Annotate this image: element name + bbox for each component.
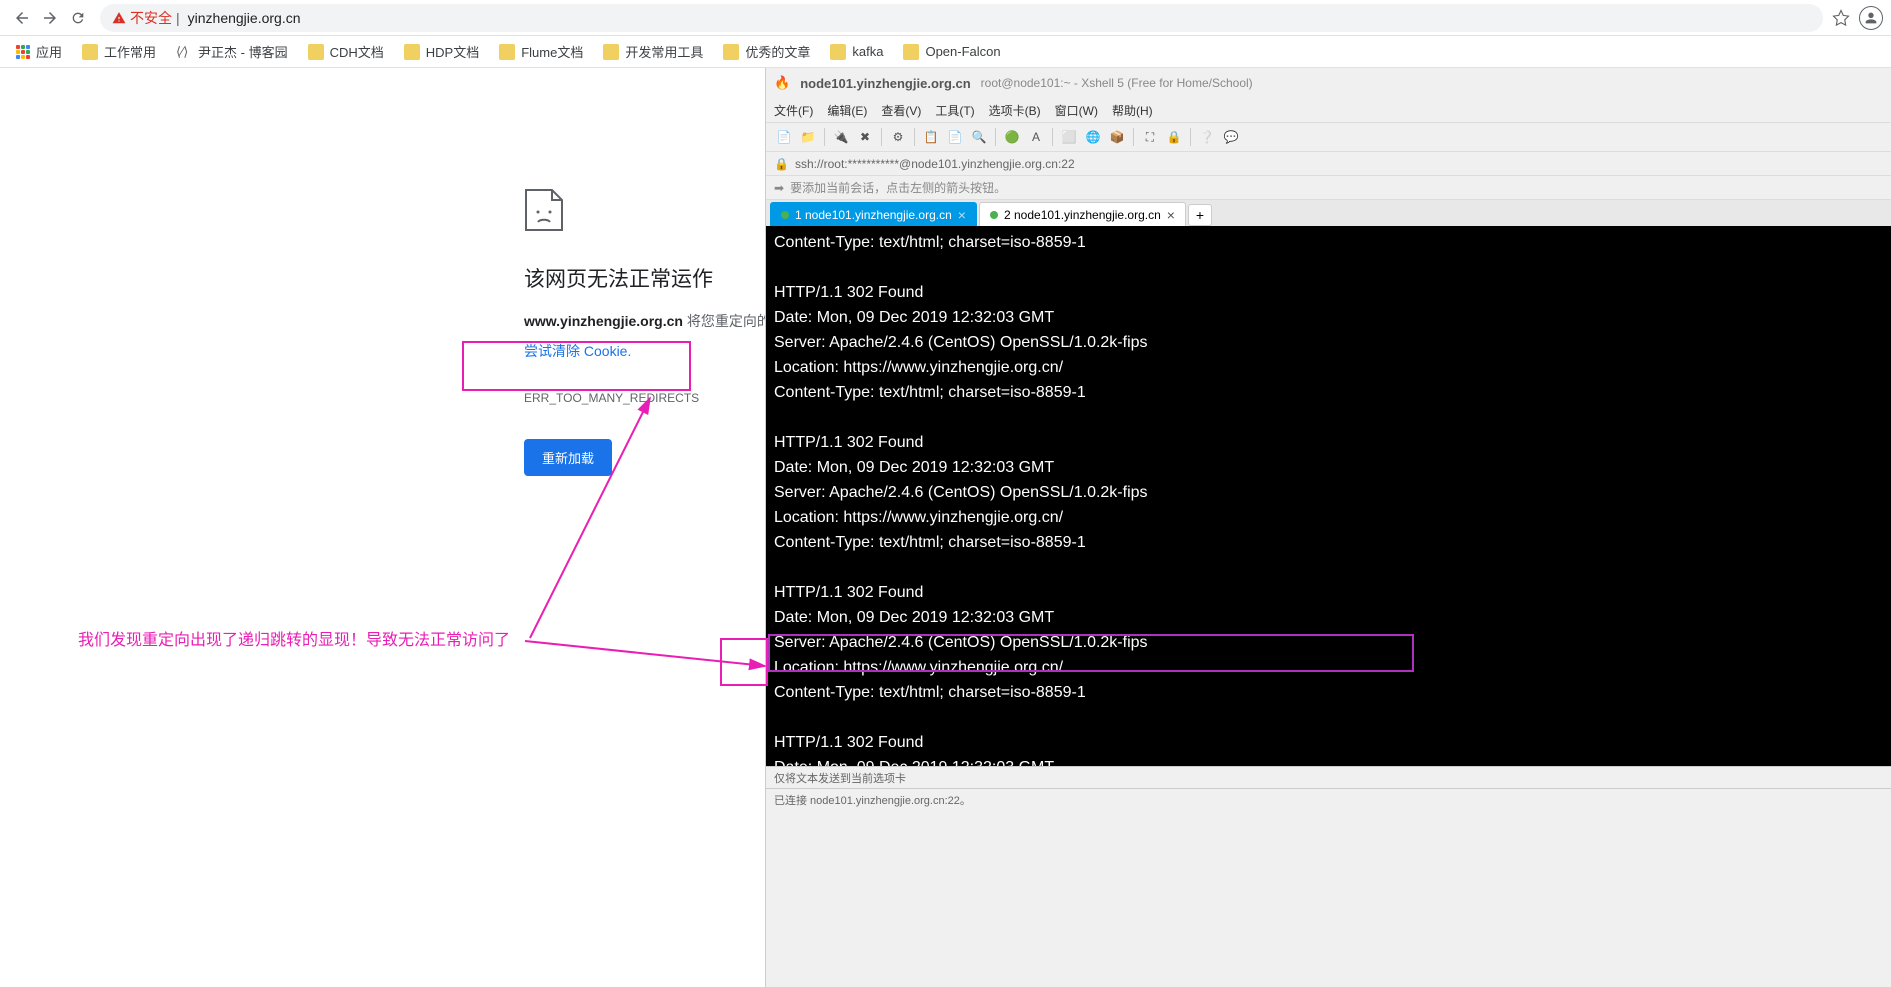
menu-edit[interactable]: 编辑(E) <box>827 102 867 119</box>
folder-icon <box>723 44 739 60</box>
xshell-window: 🔥 node101.yinzhengjie.org.cn root@node10… <box>765 68 1891 987</box>
close-icon[interactable]: × <box>958 207 966 223</box>
apps-button[interactable]: 应用 <box>8 38 70 65</box>
status-dot-icon <box>990 211 998 219</box>
reload-icon <box>70 10 86 26</box>
tb-new-icon[interactable]: 📄 <box>774 127 794 147</box>
sad-page-icon <box>524 188 564 232</box>
bookmark-item-7[interactable]: kafka <box>822 40 891 64</box>
xshell-titlebar: 🔥 node101.yinzhengjie.org.cn root@node10… <box>766 68 1891 98</box>
bookmark-item-3[interactable]: HDP文档 <box>396 38 487 65</box>
reload-button[interactable] <box>64 4 92 32</box>
clear-cookie-link[interactable]: 尝试清除 Cookie. <box>524 341 631 361</box>
close-icon[interactable]: × <box>1167 207 1175 223</box>
tb-fullscreen-icon[interactable]: ⛶ <box>1140 127 1160 147</box>
arrow-icon: ➡ <box>774 181 784 195</box>
xshell-logo-icon: 🔥 <box>774 75 790 91</box>
tb-folder-icon[interactable]: 📦 <box>1107 127 1127 147</box>
xshell-tabs: 1 node101.yinzhengjie.org.cn × 2 node101… <box>766 200 1891 226</box>
tb-help-icon[interactable]: ❔ <box>1197 127 1217 147</box>
menu-window[interactable]: 窗口(W) <box>1055 102 1098 119</box>
address-bar[interactable]: 不安全 | yinzhengjie.org.cn <box>100 4 1823 32</box>
star-icon <box>1832 9 1850 27</box>
tb-lock-icon[interactable]: 🔒 <box>1164 127 1184 147</box>
tb-find-icon[interactable]: 🔍 <box>969 127 989 147</box>
bookmark-item-4[interactable]: Flume文档 <box>491 38 591 65</box>
chrome-error-page: 该网页无法正常运作 www.yinzhengjie.org.cn 将您重定向的次… <box>0 68 765 987</box>
reload-page-button[interactable]: 重新加载 <box>524 439 612 476</box>
tb-disconnect-icon[interactable]: ✖ <box>855 127 875 147</box>
bookmark-item-5[interactable]: 开发常用工具 <box>595 38 711 65</box>
folder-icon <box>82 44 98 60</box>
bookmark-item-1[interactable]: ⟨⁄⟩尹正杰 - 博客园 <box>168 38 296 65</box>
url-text: yinzhengjie.org.cn <box>188 10 301 26</box>
bookmarks-bar: 应用 工作常用 ⟨⁄⟩尹正杰 - 博客园 CDH文档 HDP文档 Flume文档… <box>0 36 1891 68</box>
tb-chat-icon[interactable]: 💬 <box>1221 127 1241 147</box>
terminal[interactable]: Content-Type: text/html; charset=iso-885… <box>766 226 1891 766</box>
xshell-title-sub: root@node101:~ - Xshell 5 (Free for Home… <box>981 76 1253 90</box>
bookmark-item-6[interactable]: 优秀的文章 <box>715 38 818 65</box>
bookmark-star-button[interactable] <box>1831 8 1851 28</box>
back-button[interactable] <box>8 4 36 32</box>
menu-view[interactable]: 查看(V) <box>881 102 921 119</box>
person-icon <box>1863 10 1879 26</box>
profile-button[interactable] <box>1859 6 1883 30</box>
folder-icon <box>903 44 919 60</box>
xshell-tab-1[interactable]: 1 node101.yinzhengjie.org.cn × <box>770 202 977 226</box>
xshell-toolbar: 📄 📁 🔌 ✖ ⚙ 📋 📄 🔍 🟢 A ⬜ 🌐 📦 ⛶ 🔒 ❔ 💬 <box>766 122 1891 152</box>
lock-icon: 🔒 <box>774 157 789 171</box>
content-area: 该网页无法正常运作 www.yinzhengjie.org.cn 将您重定向的次… <box>0 68 1891 987</box>
arrow-right-icon <box>41 9 59 27</box>
forward-button[interactable] <box>36 4 64 32</box>
xshell-status-1: 仅将文本发送到当前选项卡 <box>766 766 1891 788</box>
xshell-hint-bar: ➡ 要添加当前会话，点击左侧的箭头按钮。 <box>766 176 1891 200</box>
xshell-tab-2[interactable]: 2 node101.yinzhengjie.org.cn × <box>979 202 1186 226</box>
warning-icon <box>112 11 126 25</box>
xshell-menubar: 文件(F) 编辑(E) 查看(V) 工具(T) 选项卡(B) 窗口(W) 帮助(… <box>766 98 1891 122</box>
folder-icon <box>308 44 324 60</box>
xshell-address-bar[interactable]: 🔒 ssh://root:***********@node101.yinzhen… <box>766 152 1891 176</box>
annotation-small-box <box>720 638 768 686</box>
folder-icon <box>404 44 420 60</box>
menu-file[interactable]: 文件(F) <box>774 102 813 119</box>
tb-open-icon[interactable]: 📁 <box>798 127 818 147</box>
add-tab-button[interactable]: + <box>1188 204 1212 226</box>
status-dot-icon <box>781 211 789 219</box>
menu-help[interactable]: 帮助(H) <box>1112 102 1153 119</box>
tb-paste-icon[interactable]: 📄 <box>945 127 965 147</box>
tb-reconnect-icon[interactable]: 🔌 <box>831 127 851 147</box>
menu-tab[interactable]: 选项卡(B) <box>989 102 1041 119</box>
insecure-warning: 不安全 <box>112 8 172 28</box>
tb-globe-icon[interactable]: 🌐 <box>1083 127 1103 147</box>
apps-icon <box>16 45 30 59</box>
folder-icon <box>830 44 846 60</box>
apps-label: 应用 <box>36 42 62 61</box>
chrome-toolbar: 不安全 | yinzhengjie.org.cn <box>0 0 1891 36</box>
tb-props-icon[interactable]: ⚙ <box>888 127 908 147</box>
menu-tools[interactable]: 工具(T) <box>935 102 974 119</box>
bookmark-item-0[interactable]: 工作常用 <box>74 38 164 65</box>
page-icon: ⟨⁄⟩ <box>176 44 192 60</box>
arrow-left-icon <box>13 9 31 27</box>
bookmark-item-8[interactable]: Open-Falcon <box>895 40 1008 64</box>
bookmark-item-2[interactable]: CDH文档 <box>300 38 392 65</box>
folder-icon <box>499 44 515 60</box>
tb-screen-icon[interactable]: ⬜ <box>1059 127 1079 147</box>
xshell-title-host: node101.yinzhengjie.org.cn <box>800 76 970 91</box>
terminal-output: Content-Type: text/html; charset=iso-885… <box>774 234 1148 766</box>
tb-font-icon[interactable]: A <box>1026 127 1046 147</box>
tb-color-icon[interactable]: 🟢 <box>1002 127 1022 147</box>
xshell-status-2: 已连接 node101.yinzhengjie.org.cn:22。 <box>766 788 1891 810</box>
folder-icon <box>603 44 619 60</box>
tb-copy-icon[interactable]: 📋 <box>921 127 941 147</box>
